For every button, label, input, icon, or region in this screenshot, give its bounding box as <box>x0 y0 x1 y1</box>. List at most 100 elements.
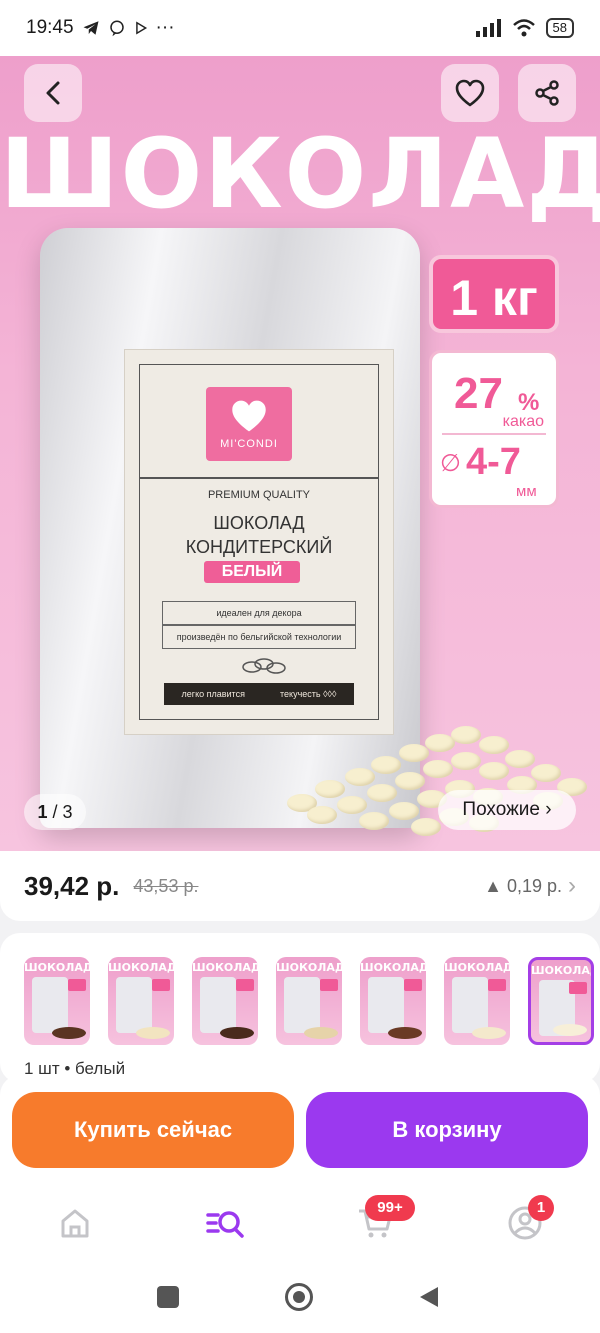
home-nav-dot-icon <box>293 1291 305 1303</box>
similar-products-button[interactable]: Похожие › <box>438 790 576 830</box>
home-nav-button[interactable] <box>285 1283 313 1311</box>
label-feature-1: идеален для декора <box>162 601 356 625</box>
home-icon <box>61 1209 89 1238</box>
variant-thumb-pile <box>220 1027 254 1039</box>
telegram-icon <box>83 21 99 35</box>
tab-catalog[interactable] <box>205 1203 245 1243</box>
variant-thumb-bag <box>284 977 320 1033</box>
status-right: 58 <box>475 18 574 38</box>
heart-icon <box>455 79 485 107</box>
label-quality: PREMIUM QUALITY <box>207 489 311 501</box>
variant-thumb[interactable]: ШОКОЛАД <box>360 957 426 1045</box>
label-bottom-strip: легко плавится текучесть ◊◊◊ <box>164 683 354 705</box>
variant-thumb-title: ШОКОЛАД <box>276 961 342 974</box>
variant-thumb-tag <box>320 979 338 991</box>
specs-tag: 27 % какао ∅ 4-7 мм <box>429 350 559 508</box>
profile-badge: 1 <box>528 1195 554 1221</box>
back-nav-button[interactable] <box>418 1285 442 1309</box>
label-type-badge: БЕЛЫЙ <box>204 561 300 583</box>
variant-thumb-bag <box>116 977 152 1033</box>
variant-thumb-title: ШОКОЛАД <box>444 961 510 974</box>
play-icon <box>135 21 147 35</box>
share-button[interactable] <box>518 64 576 122</box>
variant-thumb-tag <box>404 979 422 991</box>
variant-thumb-bag <box>200 977 236 1033</box>
image-counter-current: 1 <box>37 802 48 822</box>
size-value: 4-7 <box>466 441 521 483</box>
variant-thumb-bag <box>368 977 404 1033</box>
variant-thumb-tag <box>68 979 86 991</box>
wifi-icon <box>512 19 535 37</box>
variant-thumb[interactable]: ШОКОЛАД <box>528 957 594 1045</box>
variant-thumb-tag <box>488 979 506 991</box>
brand-name: MI'CONDI <box>220 438 278 450</box>
cacao-value: 27 <box>454 369 503 418</box>
price-change[interactable]: ▲ 0,19 р. › <box>484 872 576 900</box>
back-arrow-icon <box>46 81 60 105</box>
tab-home[interactable] <box>55 1203 95 1243</box>
favorite-button[interactable] <box>441 64 499 122</box>
add-to-cart-button[interactable]: В корзину <box>306 1092 588 1168</box>
diameter-icon: ∅ <box>440 450 461 477</box>
variant-thumb-tag <box>152 979 170 991</box>
price-card: 39,42 р. 43,53 р. ▲ 0,19 р. › <box>0 851 600 921</box>
label-name-line1: ШОКОЛАД <box>213 513 305 533</box>
viber-icon <box>109 20 124 37</box>
old-price: 43,53 р. <box>133 875 199 896</box>
cacao-label: какао <box>502 413 544 430</box>
variant-thumb-title: ШОКОЛАД <box>531 964 594 977</box>
variant-thumb-bag <box>452 977 488 1033</box>
variant-selector: ШОКОЛАД ШОКОЛАД ШОКОЛАД ШОКОЛАД ШОКОЛАД ШОКОЛ… <box>0 933 600 1083</box>
variant-thumb-tag <box>236 979 254 991</box>
label-frame: MI'CONDI PREMIUM QUALITY ШОКОЛАД КОНДИТЕ… <box>139 364 379 720</box>
system-nav-bar <box>0 1259 600 1333</box>
action-bar: Купить сейчас В корзину <box>0 1075 600 1185</box>
beans-icon <box>242 658 286 674</box>
hero-title: ШОКОЛАД <box>0 118 600 230</box>
variant-thumb[interactable]: ШОКОЛАД <box>108 957 174 1045</box>
status-left: 19:45 ··· <box>26 17 175 39</box>
label-bottom-right: текучесть ◊◊◊ <box>280 689 337 699</box>
variant-thumb[interactable]: ШОКОЛАД <box>24 957 90 1045</box>
variant-thumb-pile <box>52 1027 86 1039</box>
status-bar: 19:45 ··· 58 <box>0 0 600 56</box>
recents-button[interactable] <box>157 1286 179 1308</box>
variant-thumb-bag <box>32 977 68 1033</box>
label-feature-2: произведён по бельгийской технологии <box>162 625 356 649</box>
more-notifications-icon: ··· <box>155 17 175 38</box>
variant-thumb-title: ШОКОЛАД <box>360 961 426 974</box>
variant-thumb-pile <box>472 1027 506 1039</box>
product-label: MI'CONDI PREMIUM QUALITY ШОКОЛАД КОНДИТЕ… <box>124 349 394 735</box>
share-icon <box>535 80 559 106</box>
label-name-line2: КОНДИТЕРСКИЙ <box>185 537 333 557</box>
label-divider <box>140 477 378 479</box>
variant-thumb[interactable]: ШОКОЛАД <box>444 957 510 1045</box>
brand-logo: MI'CONDI <box>206 387 292 461</box>
product-image-carousel[interactable]: ШОКОЛАД MI'CONDI PREMIUM QUALITY ШОКОЛАД… <box>0 56 600 851</box>
variant-thumb-title: ШОКОЛАД <box>108 961 174 974</box>
label-bottom-left: легко плавится <box>181 689 245 699</box>
variant-thumb[interactable]: ШОКОЛАД <box>276 957 342 1045</box>
specs-divider <box>442 433 546 435</box>
back-button[interactable] <box>24 64 82 122</box>
size-unit: мм <box>516 483 537 500</box>
weight-tag: 1 кг <box>429 255 559 333</box>
variant-thumb[interactable]: ШОКОЛАД <box>192 957 258 1045</box>
variant-thumb-title: ШОКОЛАД <box>192 961 258 974</box>
variant-thumb-pile <box>304 1027 338 1039</box>
image-counter: 1 / 3 <box>24 794 86 830</box>
catalog-search-icon <box>206 1211 244 1238</box>
variant-thumb-title: ШОКОЛАД <box>24 961 90 974</box>
cart-badge: 99+ <box>365 1195 415 1221</box>
battery-indicator: 58 <box>545 18 574 38</box>
logo-heart-icon <box>232 400 266 432</box>
buy-now-button[interactable]: Купить сейчас <box>12 1092 294 1168</box>
variant-thumb-pile <box>553 1024 587 1036</box>
status-time: 19:45 <box>26 17 74 38</box>
image-counter-separator: / <box>47 802 63 822</box>
variant-thumb-pile <box>388 1027 422 1039</box>
image-counter-total: 3 <box>62 802 73 822</box>
signal-icon <box>475 19 501 37</box>
price-change-value: ▲ 0,19 р. <box>484 875 562 896</box>
current-price: 39,42 р. <box>24 870 120 901</box>
